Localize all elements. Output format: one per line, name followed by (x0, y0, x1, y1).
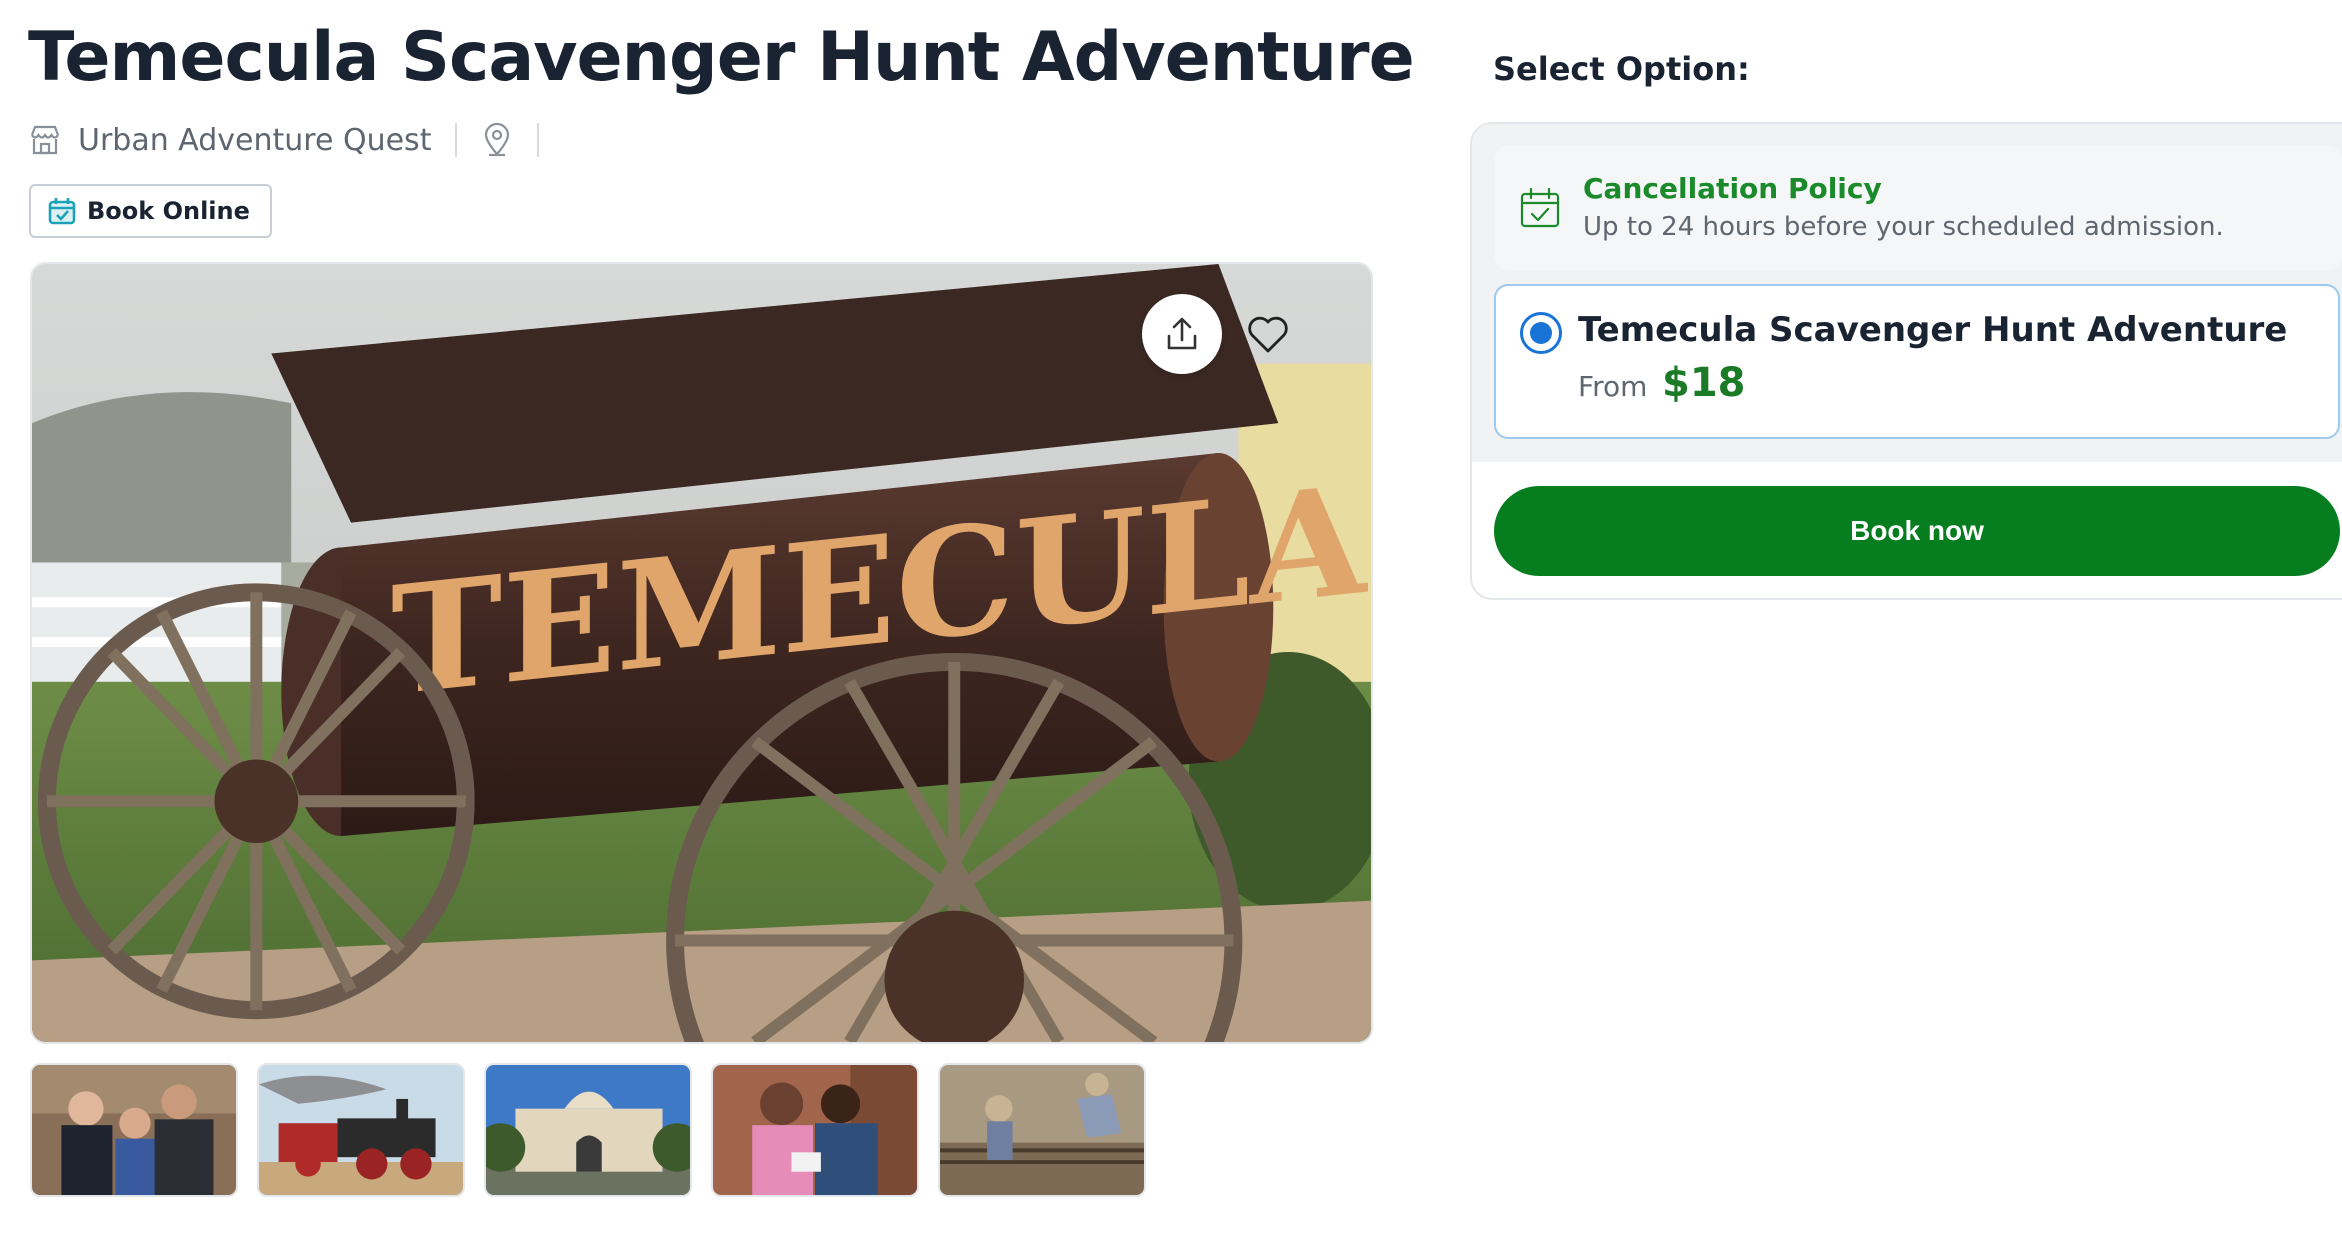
cancellation-description: Up to 24 hours before your scheduled adm… (1583, 212, 2224, 242)
main-photo[interactable]: TEMECULA (30, 262, 1373, 1044)
women-photo (713, 1065, 917, 1195)
favorite-button[interactable] (1236, 302, 1300, 366)
option-name: Temecula Scavenger Hunt Adventure (1578, 310, 2288, 350)
calendar-check-icon (48, 198, 76, 225)
heart-icon (1248, 316, 1288, 353)
wagon-photo: TEMECULA (32, 264, 1371, 1042)
listing-meta: Urban Adventure Quest (28, 118, 563, 162)
option-price: $18 (1662, 360, 1746, 406)
book-online-badge: Book Online (29, 184, 272, 238)
calendar-check-icon (1520, 187, 1560, 228)
share-icon (1167, 317, 1197, 350)
book-now-button[interactable]: Book now (1494, 486, 2340, 576)
store-icon (30, 125, 60, 155)
share-button[interactable] (1142, 294, 1222, 374)
locomotive-photo (259, 1065, 463, 1195)
mural-photo (940, 1065, 1144, 1195)
option-radio[interactable] (1520, 312, 1562, 354)
thumbnail-family-with-phone[interactable] (30, 1063, 238, 1197)
meta-divider (455, 123, 458, 157)
book-online-label: Book Online (87, 197, 250, 225)
vendor-name[interactable]: Urban Adventure Quest (78, 123, 431, 158)
thumbnail-civic-building[interactable] (484, 1063, 692, 1197)
building-photo (486, 1065, 690, 1195)
location-pin-icon[interactable] (481, 122, 513, 158)
family-photo (32, 1065, 236, 1195)
thumbnail-strip (30, 1063, 1146, 1197)
thumbnail-steam-locomotive[interactable] (257, 1063, 465, 1197)
page-title: Temecula Scavenger Hunt Adventure (28, 18, 1415, 97)
thumbnail-wall-mural[interactable] (938, 1063, 1146, 1197)
cancellation-policy: Cancellation Policy Up to 24 hours befor… (1494, 146, 2342, 270)
select-option-label: Select Option: (1493, 50, 1750, 88)
thumbnail-women-with-phone[interactable] (711, 1063, 919, 1197)
ticket-option[interactable]: Temecula Scavenger Hunt Adventure From $… (1494, 284, 2340, 439)
cancellation-title: Cancellation Policy (1583, 172, 1882, 205)
price-from-label: From (1578, 370, 1648, 403)
meta-divider (537, 123, 540, 157)
